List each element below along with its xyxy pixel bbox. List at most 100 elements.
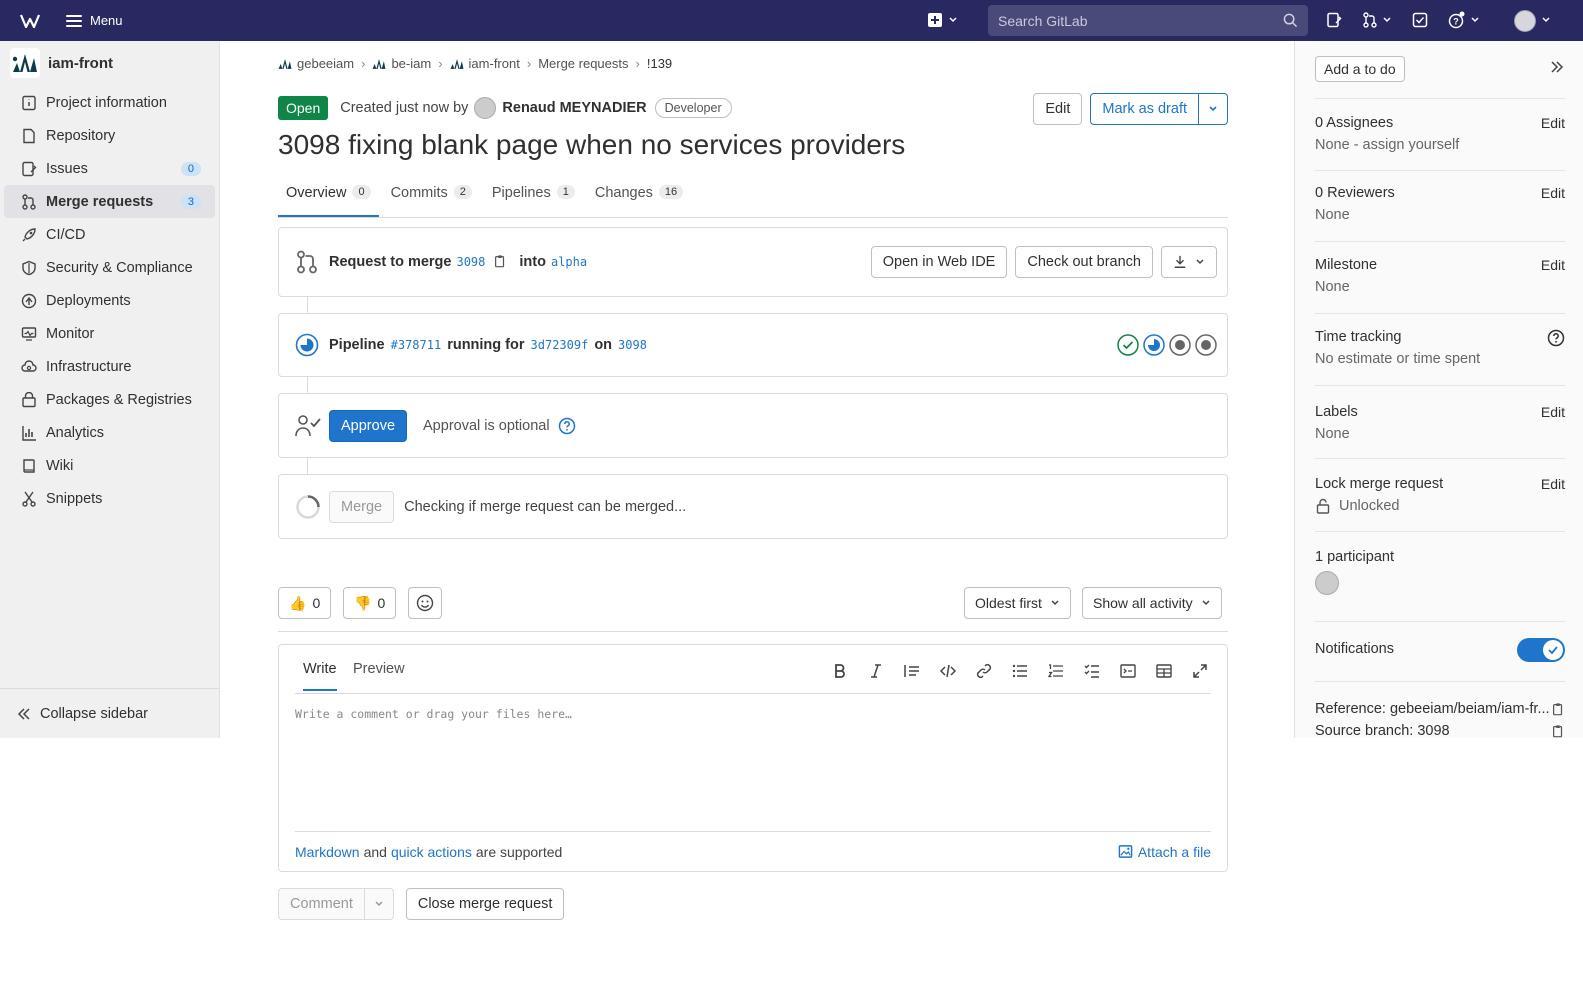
assignees-edit-link[interactable]: Edit <box>1541 115 1565 131</box>
breadcrumb-item[interactable]: be-iam <box>391 56 431 71</box>
participant-avatar[interactable] <box>1315 571 1339 595</box>
sidebar-item-analytics[interactable]: Analytics <box>4 416 215 449</box>
reference-label: Reference: gebeeiam/beiam/iam-fr... <box>1315 701 1550 717</box>
chevron-down-icon[interactable] <box>1541 15 1551 25</box>
search-input[interactable] <box>998 12 1278 29</box>
tab-commits[interactable]: Commits 2 <box>383 173 480 217</box>
merge-requests-shortcut[interactable] <box>1362 12 1392 28</box>
app-logo-icon[interactable] <box>20 11 40 31</box>
target-branch-link[interactable]: alpha <box>551 255 587 269</box>
quote-icon[interactable] <box>901 661 923 681</box>
task-list-icon[interactable] <box>1081 661 1103 681</box>
code-icon[interactable] <box>937 661 959 681</box>
divider <box>1315 531 1565 532</box>
comment-options-button[interactable] <box>363 888 394 920</box>
bullet-list-icon[interactable] <box>1009 661 1031 681</box>
add-todo-button[interactable]: Add a to do <box>1315 56 1405 82</box>
issues-shortcut[interactable] <box>1326 12 1342 28</box>
thumbs-down-button[interactable]: 👎 0 <box>343 587 397 619</box>
copy-source-branch-button[interactable] <box>1551 724 1565 738</box>
tab-changes[interactable]: Changes 16 <box>587 173 691 217</box>
time-tracking-help-button[interactable] <box>1547 329 1565 350</box>
sidebar-item-security[interactable]: Security & Compliance <box>4 251 215 284</box>
link-icon[interactable] <box>973 661 995 681</box>
lock-edit-link[interactable]: Edit <box>1541 476 1565 492</box>
help-dropdown[interactable]: ? <box>1448 11 1480 29</box>
sort-dropdown[interactable]: Oldest first <box>964 587 1071 619</box>
breadcrumb-item[interactable]: iam-front <box>469 56 520 71</box>
thumbs-up-icon: 👍 <box>289 594 307 611</box>
milestone-edit-link[interactable]: Edit <box>1541 257 1565 273</box>
breadcrumb-item[interactable]: gebeeiam <box>297 56 354 71</box>
stage-pending-icon[interactable] <box>1169 334 1191 356</box>
table-icon[interactable] <box>1153 661 1175 681</box>
mark-as-draft-button[interactable]: Mark as draft <box>1090 93 1199 125</box>
sidebar-item-issues[interactable]: Issues 0 <box>4 152 215 185</box>
italic-icon[interactable] <box>865 661 887 681</box>
sidebar-item-deployments[interactable]: Deployments <box>4 284 215 317</box>
sidebar-item-cicd[interactable]: CI/CD <box>4 218 215 251</box>
pipeline-running-icon[interactable] <box>295 333 319 357</box>
collapse-right-sidebar-button[interactable] <box>1549 59 1565 78</box>
copy-reference-button[interactable] <box>1551 702 1565 719</box>
comment-textarea[interactable] <box>295 707 1211 827</box>
tab-write[interactable]: Write <box>303 661 337 691</box>
stage-pending-icon[interactable] <box>1195 334 1217 356</box>
smiley-icon <box>416 594 434 612</box>
sidebar-item-monitor[interactable]: Monitor <box>4 317 215 350</box>
thumbs-up-button[interactable]: 👍 0 <box>278 587 332 619</box>
add-reaction-button[interactable] <box>408 587 442 619</box>
sidebar-item-snippets[interactable]: Snippets <box>4 482 215 515</box>
tab-overview[interactable]: Overview 0 <box>278 173 379 217</box>
pipeline-id-link[interactable]: #378711 <box>391 338 442 352</box>
check-out-branch-button[interactable]: Check out branch <box>1015 246 1153 278</box>
todos-shortcut[interactable] <box>1412 12 1428 28</box>
author-avatar[interactable] <box>474 97 497 119</box>
draft-split-button: Mark as draft <box>1090 93 1228 125</box>
collapse-sidebar-button[interactable]: Collapse sidebar <box>0 688 219 738</box>
approval-help-button[interactable] <box>558 417 576 435</box>
scissors-icon <box>20 490 38 508</box>
close-merge-request-button[interactable]: Close merge request <box>405 888 565 920</box>
notifications-toggle[interactable] <box>1517 638 1565 662</box>
comment-button[interactable]: Comment <box>278 888 365 920</box>
new-item-dropdown[interactable] <box>928 13 958 27</box>
activity-filter-dropdown[interactable]: Show all activity <box>1082 587 1222 619</box>
markdown-link[interactable]: Markdown <box>295 844 360 860</box>
sidebar-item-wiki[interactable]: Wiki <box>4 449 215 482</box>
tab-preview[interactable]: Preview <box>353 661 405 677</box>
bold-icon[interactable] <box>829 661 851 681</box>
collapsible-section-icon[interactable] <box>1117 661 1139 681</box>
reviewers-edit-link[interactable]: Edit <box>1541 185 1565 201</box>
fullscreen-icon[interactable] <box>1189 661 1211 681</box>
download-dropdown-button[interactable] <box>1161 246 1217 278</box>
sidebar-item-project-information[interactable]: Project information <box>4 86 215 119</box>
breadcrumb-item[interactable]: Merge requests <box>538 56 628 71</box>
sidebar-item-merge-requests[interactable]: Merge requests 3 <box>4 185 215 218</box>
draft-options-button[interactable] <box>1198 93 1228 125</box>
quick-actions-link[interactable]: quick actions <box>391 844 472 860</box>
pipeline-branch-link[interactable]: 3098 <box>618 338 647 352</box>
stage-running-icon[interactable] <box>1143 334 1165 356</box>
stage-success-icon[interactable] <box>1117 334 1139 356</box>
labels-edit-link[interactable]: Edit <box>1541 404 1565 420</box>
sidebar-item-packages[interactable]: Packages & Registries <box>4 383 215 416</box>
user-avatar[interactable] <box>1514 10 1536 32</box>
commit-link[interactable]: 3d72309f <box>531 338 589 352</box>
project-header[interactable]: iam-front <box>0 41 219 85</box>
tab-pipelines[interactable]: Pipelines 1 <box>484 173 583 217</box>
copy-branch-button[interactable] <box>493 254 507 271</box>
edit-button[interactable]: Edit <box>1033 93 1083 125</box>
assignees-value[interactable]: None - assign yourself <box>1315 137 1565 153</box>
menu-button[interactable]: Menu <box>66 13 123 28</box>
open-web-ide-button[interactable]: Open in Web IDE <box>870 246 1008 278</box>
author-name[interactable]: Renaud MEYNADIER <box>502 100 646 116</box>
numbered-list-icon[interactable] <box>1045 661 1067 681</box>
merge-button[interactable]: Merge <box>329 490 395 523</box>
breadcrumb-item[interactable]: !139 <box>647 56 672 71</box>
attach-file-button[interactable]: Attach a file <box>1118 844 1211 860</box>
source-branch-link[interactable]: 3098 <box>456 255 485 269</box>
sidebar-item-repository[interactable]: Repository <box>4 119 215 152</box>
sidebar-item-infrastructure[interactable]: Infrastructure <box>4 350 215 383</box>
approve-button[interactable]: Approve <box>329 409 408 442</box>
